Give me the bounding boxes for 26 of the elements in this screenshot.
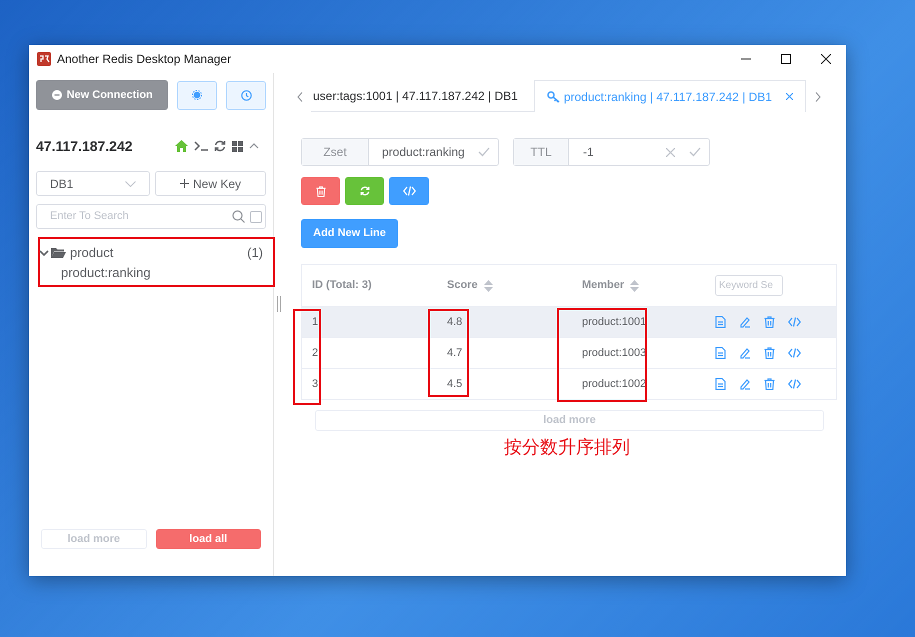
key-item[interactable]: product:ranking [61,263,151,283]
tab[interactable]: user:tags:1001 | 47.117.187.242 | DB1 [311,80,534,112]
new-connection-button[interactable]: New Connection [36,80,168,110]
column-header[interactable]: Score [447,277,478,294]
table-cell-text: product:1003 [581,346,648,361]
table-cell-text: product:1001 [581,314,648,330]
connection-name[interactable]: 47.117.187.242 [36,136,133,156]
db-select[interactable]: DB1 [36,171,150,196]
folder-label[interactable]: product [70,243,114,263]
table-cell-text: 2 [311,346,320,361]
table-cell-text: 4.5 [446,376,464,392]
column-header[interactable]: Member [582,277,624,294]
table-cell-text: 1 [311,314,320,330]
window-title: Another Redis Desktop Manager [57,51,232,68]
table-cell-text: 3 [311,376,320,392]
table-cell-text: 4.8 [446,314,464,330]
new-key-button[interactable]: New Key [155,171,266,196]
annotation-text: 按分数升序排列 [504,436,630,459]
search-field[interactable]: Enter To Search [36,204,266,229]
key-count: (1) [247,244,263,262]
keyword-search-field[interactable]: Keyword Se [715,275,783,296]
table-row[interactable]: 1 4.8 product:1001 [302,306,836,337]
table-cell-text: 4.7 [446,346,464,361]
column-header: ID (Total: 3) [311,278,373,294]
table-cell-text: product:1002 [581,376,648,392]
search-input[interactable]: Enter To Search [50,208,232,225]
